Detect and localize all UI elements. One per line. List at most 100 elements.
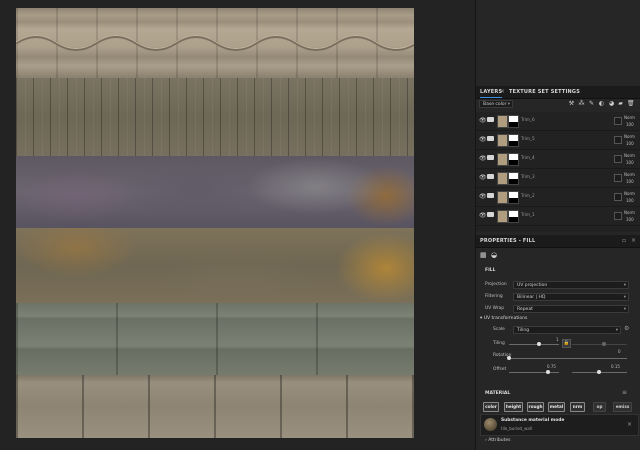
layer-checkbox[interactable] — [614, 136, 622, 144]
chevron-down-icon: ▾ — [623, 307, 626, 312]
opacity-value[interactable]: 100 — [626, 179, 634, 184]
layer-checkbox[interactable] — [614, 155, 622, 163]
layer-checkbox[interactable] — [614, 117, 622, 125]
folder-icon — [487, 136, 494, 141]
mask-thumbnail[interactable] — [508, 134, 519, 147]
channel-nrm-button[interactable]: nrm — [570, 402, 585, 412]
grid-icon[interactable]: ▦ — [480, 251, 487, 259]
channel-color-button[interactable]: color — [483, 402, 499, 412]
layer-name: Trim_2 — [521, 193, 535, 198]
sphere-icon[interactable]: ◒ — [491, 251, 497, 259]
eye-icon[interactable]: 👁 — [479, 193, 487, 200]
scale-dropdown[interactable]: Tiling ▾ — [513, 326, 621, 334]
layer-row[interactable]: 👁 Trim_2 Norm 100 — [476, 188, 640, 207]
rotation-slider-knob[interactable] — [507, 356, 511, 360]
lock-icon[interactable]: 🔒 — [562, 339, 571, 348]
layer-checkbox[interactable] — [614, 174, 622, 182]
channel-dropdown[interactable]: Base color ▾ — [479, 100, 513, 108]
scale-label: Scale — [493, 327, 505, 332]
layer-checkbox[interactable] — [614, 193, 622, 201]
gear-icon[interactable]: ⚙ — [624, 324, 629, 334]
material-thumbnail[interactable] — [484, 418, 497, 431]
eye-icon[interactable]: 👁 — [479, 212, 487, 219]
layer-name: Trim_5 — [521, 136, 535, 141]
projection-dropdown[interactable]: UV projection ▾ — [513, 281, 629, 289]
mask-icon[interactable]: ◕ — [608, 100, 615, 107]
trim-texture-preview[interactable] — [16, 8, 414, 438]
substance-material-name: tile_buried_wall — [501, 426, 533, 431]
close-icon[interactable]: × — [631, 236, 636, 246]
layer-name: Trim_6 — [521, 117, 535, 122]
properties-icons: ▦ ◒ — [476, 249, 640, 261]
mask-thumbnail[interactable] — [508, 153, 519, 166]
channel-emiss-button[interactable]: emiss — [613, 402, 632, 412]
filtering-value: Bilinear | HQ — [517, 295, 546, 300]
brush-icon[interactable]: ⚒ — [568, 100, 575, 107]
tab-texture-set-settings[interactable]: TEXTURE SET SETTINGS — [509, 87, 580, 97]
attributes-toggle[interactable]: › Attributes — [485, 438, 510, 443]
layer-checkbox[interactable] — [614, 212, 622, 220]
filtering-dropdown[interactable]: Bilinear | HQ ▾ — [513, 293, 629, 301]
filtering-label: Filtering — [485, 294, 503, 299]
channel-op-button[interactable]: op — [593, 402, 606, 412]
material-header: MATERIAL ≡ — [476, 387, 640, 399]
eye-icon[interactable]: 👁 — [479, 174, 487, 181]
3d-viewport[interactable] — [0, 0, 475, 450]
channel-rough-button[interactable]: rough — [527, 402, 544, 412]
blend-mode[interactable]: Norm — [624, 191, 635, 196]
eye-icon[interactable]: 👁 — [479, 136, 487, 143]
layer-row[interactable]: 👁 Trim_4 Norm 100 — [476, 150, 640, 169]
mask-thumbnail[interactable] — [508, 172, 519, 185]
rotation-slider-track[interactable] — [509, 358, 627, 359]
close-icon[interactable]: × — [627, 420, 632, 430]
trash-icon[interactable]: 🗑 — [627, 100, 635, 107]
offset-y-slider-knob[interactable] — [597, 370, 601, 374]
opacity-value[interactable]: 100 — [626, 217, 634, 222]
uv-transformations-label: UV transformations — [483, 316, 528, 321]
layer-row[interactable]: 👁 Trim_5 Norm 100 — [476, 131, 640, 150]
channel-dropdown-value: Base color — [483, 102, 507, 107]
tab-layers[interactable]: LAYERS — [480, 87, 503, 98]
substance-material-box[interactable]: Substance material mode tile_buried_wall… — [480, 414, 639, 436]
eye-icon[interactable]: 👁 — [479, 155, 487, 162]
opacity-value[interactable]: 100 — [626, 198, 634, 203]
close-icon[interactable]: × — [500, 87, 505, 97]
mask-thumbnail[interactable] — [508, 210, 519, 223]
opacity-value[interactable]: 100 — [626, 141, 634, 146]
projection-value: UV projection — [517, 283, 548, 288]
material-options-icon[interactable]: ≡ — [622, 388, 627, 398]
blend-mode[interactable]: Norm — [624, 172, 635, 177]
offset-label: Offset — [493, 367, 507, 372]
channel-height-button[interactable]: height — [504, 402, 523, 412]
chevron-down-icon: ▾ — [507, 102, 510, 107]
blend-mode[interactable]: Norm — [624, 210, 635, 215]
channel-metal-button[interactable]: metal — [548, 402, 565, 412]
offset-x-slider-knob[interactable] — [546, 370, 550, 374]
opacity-value[interactable]: 100 — [626, 160, 634, 165]
opacity-value[interactable]: 100 — [626, 122, 634, 127]
tiling-y-slider-knob[interactable] — [602, 342, 606, 346]
layer-row[interactable]: 👁 Trim_6 Norm 100 — [476, 112, 640, 131]
mask-thumbnail[interactable] — [508, 115, 519, 128]
layer-row[interactable]: 👁 Trim_3 Norm 100 — [476, 169, 640, 188]
add-effect-icon[interactable]: ⁂ — [578, 100, 585, 107]
paint-layer-icon[interactable]: ✎ — [588, 100, 595, 107]
blend-mode[interactable]: Norm — [624, 153, 635, 158]
eye-icon[interactable]: 👁 — [479, 117, 487, 124]
uv-transformations-toggle[interactable]: ▾ UV transformations — [480, 316, 527, 321]
uvwrap-dropdown[interactable]: Repeat ▾ — [513, 305, 629, 313]
pin-icon[interactable]: ▫ — [622, 236, 626, 246]
blend-mode[interactable]: Norm — [624, 134, 635, 139]
substance-material-title: Substance material mode — [501, 418, 565, 423]
layer-row[interactable]: 👁 Trim_1 Norm 100 — [476, 207, 640, 226]
tiling-y-slider-track[interactable] — [572, 344, 627, 345]
blend-mode[interactable]: Norm — [624, 115, 635, 120]
offset-x-slider-track[interactable] — [509, 372, 559, 373]
tiling-slider-track[interactable] — [509, 344, 559, 345]
attributes-label: Attributes — [488, 438, 511, 443]
tiling-slider-knob[interactable] — [537, 342, 541, 346]
trim-band-stone — [16, 228, 414, 303]
fill-layer-icon[interactable]: ◐ — [598, 100, 605, 107]
mask-thumbnail[interactable] — [508, 191, 519, 204]
folder-icon[interactable]: ▰ — [617, 100, 624, 107]
